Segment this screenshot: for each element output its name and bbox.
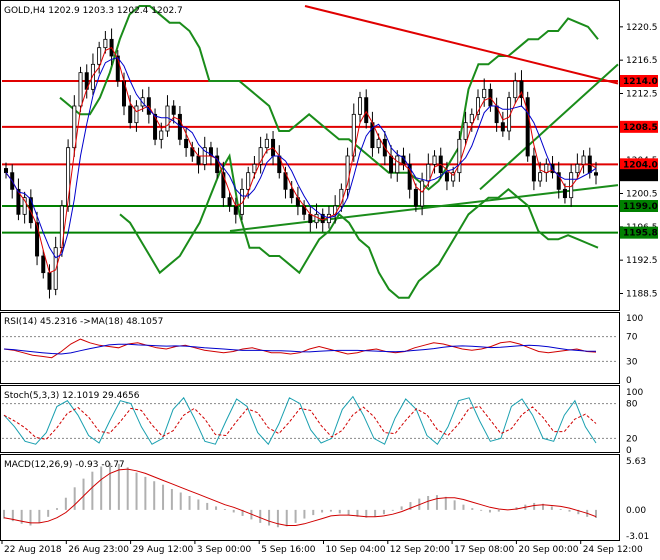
candle-body [357,97,362,115]
candle-body [594,172,599,176]
candle-body [463,122,468,140]
time-tick-label: 17 Sep 08:00 [454,545,514,555]
lower-band-line [119,153,599,299]
stoch-tick-label: 100 [626,388,643,398]
candle-body [513,80,518,99]
price-tick-label: 1192.5 [626,256,658,266]
price-tag-label: 1199.0 [623,202,658,212]
candle-body [575,163,580,174]
price-tag-label: 1208.5 [623,123,658,133]
time-tick-label: 24 Sep 12:00 [583,545,643,555]
candle-body [457,138,462,174]
candle-body [531,155,536,182]
candle-body [432,155,437,165]
candle-body [128,105,133,124]
candle-body [233,205,238,215]
candle-body [47,272,52,290]
candle-body [364,97,369,124]
trading-chart: 1220.51216.51212.51208.51204.51200.51196… [0,0,658,555]
candle-body [314,213,319,224]
candle-body [103,38,108,49]
candle-body [500,122,505,132]
price-tag-label: 1214.0 [623,77,658,87]
price-tick-label: 1216.5 [626,56,658,66]
candle-body [97,47,102,65]
price-tick-label: 1220.5 [626,23,658,33]
price-tick-label: 1188.5 [626,290,658,300]
rsi-tick-label: 100 [626,314,643,324]
candle-body [538,172,543,182]
macd-tick-label: -3.01 [626,532,649,542]
candle-body [376,138,381,149]
candle-body [4,168,9,174]
candle-body [413,188,418,207]
stoch-signal-line [3,405,597,440]
candle-body [289,188,294,199]
candle-body [444,172,449,182]
candle-body [78,72,83,107]
candle-body [389,155,394,174]
candle-body [246,172,251,190]
candle-body [326,213,331,224]
candle-body [134,105,139,124]
macd-label: MACD(12,26,9) -0.93 -0.77 [4,460,125,470]
rsi-tick-label: 30 [626,357,638,367]
candle-body [177,113,182,140]
candle-body [395,155,400,174]
candle-body [482,88,487,99]
rsi-tick-label: 0 [626,376,632,386]
candle-body [184,138,189,149]
rsi-layer [2,336,618,362]
candle-body [308,213,313,224]
candle-body [41,255,46,274]
price-tag-label: 1195.8 [623,229,658,239]
candle-body [252,163,257,174]
time-tick-label: 20 Sep 00:00 [518,545,578,555]
candle-body [581,155,586,165]
time-tick-label: 12 Sep 20:00 [390,545,450,555]
stoch-layer [2,395,618,446]
stoch-tick-label: 80 [626,400,638,410]
stoch-label: Stoch(5,3,3) 12.1019 29.4656 [4,391,140,401]
candle-body [159,130,164,140]
macd-tick-label: 0.00 [626,506,646,516]
macd-layer [3,462,597,528]
candle-body [426,163,431,182]
candle-body [469,113,474,124]
candle-body [420,180,425,207]
price-tick-label: 1212.5 [626,90,658,100]
time-tick-label: 26 Aug 23:00 [68,545,129,555]
main-price-layer [2,5,619,299]
trend-line-down [304,5,619,85]
candle-body [171,105,176,115]
macd-tick-label: 5.63 [626,457,646,467]
candle-body [196,155,201,165]
time-tick-label: 29 Aug 12:00 [133,545,194,555]
candle-body [72,105,77,149]
time-tick-label: 5 Sep 16:00 [261,545,316,555]
candle-body [544,163,549,174]
main-ohlc-label: GOLD,H4 1202.9 1203.3 1202.4 1202.7 [4,6,183,16]
time-tick-label: 3 Sep 00:00 [197,545,252,555]
stoch-tick-label: 20 [626,434,638,444]
rsi-label: RSI(14) 45.2316 ->MA(18) 48.1057 [4,317,163,327]
time-tick-label: 10 Sep 04:00 [326,545,386,555]
price-tick-label: 1200.5 [626,190,658,200]
price-tag-label: 1202.7 [623,171,658,181]
candle-body [227,197,232,207]
candle-body [264,138,269,149]
time-tick-label: 22 Aug 2018 [4,545,62,555]
rsi-tick-label: 70 [626,333,638,343]
stoch-tick-label: 0 [626,446,632,456]
price-tag-label: 1204.0 [623,160,658,170]
candle-body [562,188,567,199]
